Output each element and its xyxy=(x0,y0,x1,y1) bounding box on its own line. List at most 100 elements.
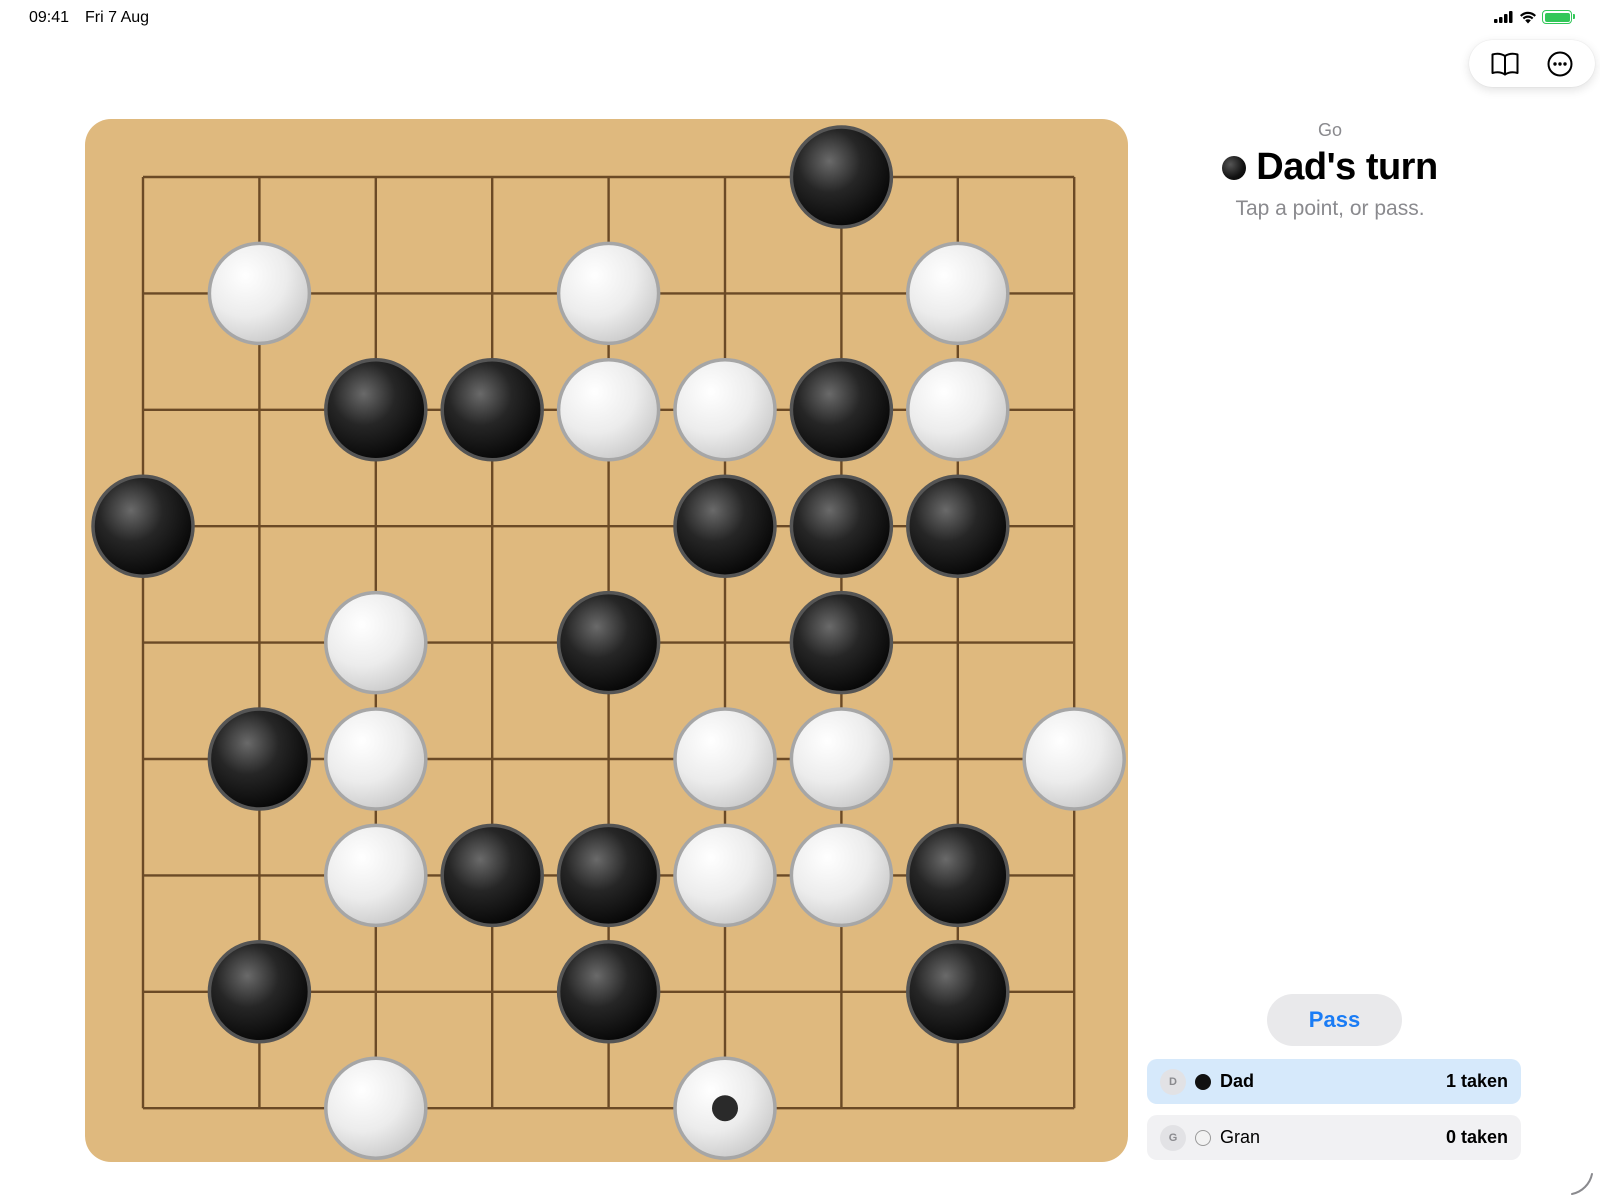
player-row-gran: G Gran 0 taken xyxy=(1147,1115,1521,1160)
pass-button[interactable]: Pass xyxy=(1267,994,1402,1046)
captured-count: 1 taken xyxy=(1445,1071,1508,1091)
board-point[interactable] xyxy=(322,239,430,347)
more-icon xyxy=(1547,51,1572,76)
board-point[interactable] xyxy=(438,938,546,1046)
player-name: Gran xyxy=(1220,1127,1261,1147)
board-point[interactable] xyxy=(205,588,313,696)
white-stone xyxy=(324,823,428,928)
white-stone xyxy=(207,241,312,346)
board-point[interactable] xyxy=(322,472,430,580)
board-point[interactable] xyxy=(89,239,197,347)
black-stone-icon xyxy=(1195,1073,1211,1090)
avatar: G xyxy=(1160,1124,1186,1151)
avatar: D xyxy=(1160,1068,1186,1095)
board-point[interactable] xyxy=(904,123,1012,231)
board-point[interactable] xyxy=(205,1054,313,1162)
black-stone xyxy=(906,940,1010,1044)
board-point[interactable] xyxy=(1020,239,1128,347)
board-point[interactable] xyxy=(89,588,197,696)
white-stone xyxy=(324,707,428,811)
white-stone-icon xyxy=(1195,1129,1211,1146)
board-point[interactable] xyxy=(554,1054,662,1162)
board-point[interactable] xyxy=(205,123,313,231)
rules-button[interactable] xyxy=(1485,44,1525,84)
board-point[interactable] xyxy=(89,705,197,813)
turn-hint: Tap a point, or pass. xyxy=(1235,197,1425,220)
board-point[interactable] xyxy=(89,938,197,1046)
white-stone xyxy=(556,358,661,462)
board-point[interactable] xyxy=(1020,1054,1128,1162)
white-stone xyxy=(673,707,777,811)
resize-handle-icon xyxy=(1571,1173,1593,1195)
black-stone xyxy=(207,707,312,811)
white-stone xyxy=(906,358,1010,462)
cellular-signal-icon xyxy=(1494,11,1513,23)
wifi-icon xyxy=(1520,11,1536,23)
status-date: Fri 7 Aug xyxy=(85,9,150,26)
black-stone-icon xyxy=(1222,155,1247,180)
board-point[interactable] xyxy=(322,938,430,1046)
white-stone xyxy=(789,823,894,928)
board-point[interactable] xyxy=(671,588,779,696)
more-button[interactable] xyxy=(1540,44,1580,84)
black-stone xyxy=(906,474,1010,578)
white-stone xyxy=(906,241,1010,346)
board-point[interactable] xyxy=(904,1054,1012,1162)
board-point[interactable] xyxy=(438,705,546,813)
black-stone xyxy=(207,940,312,1044)
board-point[interactable] xyxy=(205,356,313,464)
board-point[interactable] xyxy=(205,472,313,580)
board-point[interactable] xyxy=(1020,588,1128,696)
board-point[interactable] xyxy=(322,123,430,231)
board-point[interactable] xyxy=(787,938,895,1046)
black-stone xyxy=(440,823,544,928)
board-point[interactable] xyxy=(554,123,662,231)
app-window: 09:41 Fri 7 Aug Go Dad's turn Tap a poin… xyxy=(0,0,1600,1200)
board-point[interactable] xyxy=(904,588,1012,696)
board-point[interactable] xyxy=(904,705,1012,813)
board-point[interactable] xyxy=(205,821,313,929)
board-point[interactable] xyxy=(89,1054,197,1162)
board-point[interactable] xyxy=(438,239,546,347)
white-stone xyxy=(324,590,428,695)
battery-icon xyxy=(1542,10,1575,24)
board-point[interactable] xyxy=(1020,472,1128,580)
game-name: Go xyxy=(1317,120,1342,140)
toolbar xyxy=(1469,40,1595,87)
board-point[interactable] xyxy=(1020,123,1128,231)
captured-count: 0 taken xyxy=(1445,1127,1508,1147)
turn-title: Dad's turn xyxy=(1256,146,1438,188)
board-point[interactable] xyxy=(89,821,197,929)
go-board[interactable] xyxy=(85,119,1128,1162)
black-stone xyxy=(556,590,661,695)
board-point[interactable] xyxy=(787,1054,895,1162)
board-point[interactable] xyxy=(1020,938,1128,1046)
board-point[interactable] xyxy=(89,356,197,464)
board-point[interactable] xyxy=(438,1054,546,1162)
board-point[interactable] xyxy=(1020,356,1128,464)
player-row-dad: D Dad 1 taken xyxy=(1147,1059,1521,1104)
board-point[interactable] xyxy=(554,705,662,813)
black-stone xyxy=(324,358,428,462)
board-point[interactable] xyxy=(89,123,197,231)
white-stone xyxy=(324,1056,428,1160)
white-stone xyxy=(673,358,777,462)
board-grid[interactable] xyxy=(85,119,1128,1162)
black-stone xyxy=(789,125,894,229)
last-move-marker xyxy=(712,1095,738,1122)
board-point[interactable] xyxy=(438,588,546,696)
black-stone xyxy=(673,474,777,578)
board-point[interactable] xyxy=(438,472,546,580)
board-point[interactable] xyxy=(671,239,779,347)
black-stone xyxy=(440,358,544,462)
black-stone xyxy=(906,823,1010,928)
black-stone xyxy=(91,474,195,578)
board-point[interactable] xyxy=(554,472,662,580)
board-point[interactable] xyxy=(1020,821,1128,929)
board-point[interactable] xyxy=(671,123,779,231)
board-point[interactable] xyxy=(787,239,895,347)
board-point[interactable] xyxy=(671,938,779,1046)
black-stone xyxy=(556,823,661,928)
turn-indicator: Dad's turn xyxy=(1180,146,1480,189)
board-point[interactable] xyxy=(438,123,546,231)
